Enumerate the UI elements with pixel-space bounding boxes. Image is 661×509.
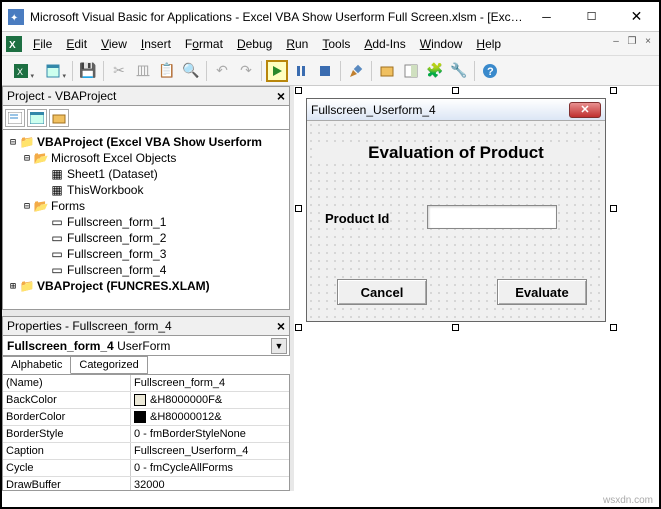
doc-restore-button[interactable]: ❐ — [625, 34, 639, 48]
properties-panel-close-icon[interactable]: × — [277, 318, 285, 334]
menu-edit[interactable]: Edit — [59, 35, 94, 53]
view-object-icon[interactable] — [27, 109, 47, 127]
excel-doc-icon[interactable]: X — [6, 36, 22, 52]
cut-button[interactable]: ✂ — [108, 60, 130, 82]
prop-borderstyle[interactable]: 0 - fmBorderStyleNone — [131, 426, 289, 442]
svg-text:✦: ✦ — [10, 13, 18, 24]
userform-titlebar: Fullscreen_Userform_4 ✕ — [307, 99, 605, 121]
menu-format[interactable]: Format — [178, 35, 230, 53]
standard-toolbar: X 💾 ✂ ⽫ 📋 🔍 ↶ ↷ 🧩 🔧 ? — [2, 56, 659, 86]
copy-button[interactable]: ⽫ — [132, 60, 154, 82]
menu-insert[interactable]: Insert — [134, 35, 178, 53]
minimize-button[interactable] — [524, 3, 569, 31]
tree-form-1[interactable]: Fullscreen_form_1 — [67, 215, 166, 229]
tree-project-2[interactable]: VBAProject (FUNCRES.XLAM) — [37, 279, 210, 293]
toggle-folders-icon[interactable] — [49, 109, 69, 127]
menu-file[interactable]: File — [26, 35, 59, 53]
chevron-down-icon[interactable]: ▼ — [271, 338, 287, 354]
menu-help[interactable]: Help — [469, 35, 508, 53]
insert-userform-button[interactable] — [38, 60, 68, 82]
workbook-icon: ▦ — [49, 183, 65, 197]
project-panel-title: Project - VBAProject — [7, 89, 116, 103]
product-id-label[interactable]: Product Id — [325, 211, 389, 226]
folder-icon: 📂 — [33, 199, 49, 213]
window-title: Microsoft Visual Basic for Applications … — [30, 10, 524, 24]
vba-app-icon: ✦ — [8, 9, 24, 25]
project-icon: 📁 — [19, 279, 35, 293]
project-panel-header: Project - VBAProject × — [2, 86, 290, 106]
help-button[interactable]: ? — [479, 60, 501, 82]
doc-minimize-button[interactable]: – — [609, 34, 623, 48]
project-tree[interactable]: ⊟📁VBAProject (Excel VBA Show Userform ⊟📂… — [2, 130, 290, 310]
doc-close-button[interactable]: × — [641, 34, 655, 48]
undo-button[interactable]: ↶ — [211, 60, 233, 82]
tree-thisworkbook[interactable]: ThisWorkbook — [67, 183, 143, 197]
form-icon: ▭ — [49, 247, 65, 261]
view-excel-button[interactable]: X — [6, 60, 36, 82]
break-button[interactable] — [290, 60, 312, 82]
design-mode-button[interactable] — [345, 60, 367, 82]
menu-debug[interactable]: Debug — [230, 35, 279, 53]
tree-form-4[interactable]: Fullscreen_form_4 — [67, 263, 166, 277]
toolbox-button[interactable]: 🔧 — [448, 60, 470, 82]
view-code-icon[interactable] — [5, 109, 25, 127]
tree-sheet1[interactable]: Sheet1 (Dataset) — [67, 167, 158, 181]
prop-cycle[interactable]: 0 - fmCycleAllForms — [131, 460, 289, 476]
prop-bordercolor[interactable]: &H80000012& — [131, 409, 289, 425]
tree-form-2[interactable]: Fullscreen_form_2 — [67, 231, 166, 245]
folder-icon: 📂 — [33, 151, 49, 165]
properties-grid[interactable]: (Name)Fullscreen_form_4 BackColor&H80000… — [2, 374, 290, 491]
heading-label[interactable]: Evaluation of Product — [317, 143, 595, 163]
menu-addins[interactable]: Add-Ins — [357, 35, 412, 53]
project-panel-close-icon[interactable]: × — [277, 88, 285, 104]
title-bar: ✦ Microsoft Visual Basic for Application… — [2, 2, 659, 32]
prop-caption[interactable]: Fullscreen_Userform_4 — [131, 443, 289, 459]
menu-window[interactable]: Window — [413, 35, 470, 53]
menu-view[interactable]: View — [94, 35, 134, 53]
prop-drawbuffer[interactable]: 32000 — [131, 477, 289, 491]
properties-object-selector[interactable]: Fullscreen_form_4 UserForm ▼ — [2, 336, 290, 356]
tree-project-1[interactable]: VBAProject (Excel VBA Show Userform — [37, 135, 262, 149]
watermark: wsxdn.com — [603, 495, 653, 506]
object-browser-button[interactable]: 🧩 — [424, 60, 446, 82]
properties-panel-title: Properties - Fullscreen_form_4 — [7, 319, 172, 333]
close-button[interactable] — [614, 3, 659, 31]
userform-caption: Fullscreen_Userform_4 — [311, 103, 436, 117]
maximize-button[interactable] — [569, 3, 614, 31]
save-button[interactable]: 💾 — [77, 60, 99, 82]
prop-backcolor[interactable]: &H8000000F& — [131, 392, 289, 408]
tab-categorized[interactable]: Categorized — [71, 356, 147, 374]
svg-text:?: ? — [487, 66, 494, 78]
menu-bar: X File Edit View Insert Format Debug Run… — [2, 32, 659, 56]
userform-designer[interactable]: Fullscreen_Userform_4 ✕ Evaluation of Pr… — [306, 98, 606, 322]
run-button[interactable] — [266, 60, 288, 82]
reset-button[interactable] — [314, 60, 336, 82]
form-icon: ▭ — [49, 263, 65, 277]
form-icon: ▭ — [49, 215, 65, 229]
tab-alphabetic[interactable]: Alphabetic — [3, 356, 71, 374]
product-id-textbox[interactable] — [427, 205, 557, 229]
svg-text:X: X — [9, 40, 16, 51]
sheet-icon: ▦ — [49, 167, 65, 181]
form-icon: ▭ — [49, 231, 65, 245]
userform-close-icon[interactable]: ✕ — [569, 102, 601, 118]
menu-tools[interactable]: Tools — [315, 35, 357, 53]
properties-panel-header: Properties - Fullscreen_form_4 × — [2, 316, 290, 336]
paste-button[interactable]: 📋 — [156, 60, 178, 82]
form-designer[interactable]: Fullscreen_Userform_4 ✕ Evaluation of Pr… — [294, 86, 659, 491]
evaluate-button[interactable]: Evaluate — [497, 279, 587, 305]
tree-form-3[interactable]: Fullscreen_form_3 — [67, 247, 166, 261]
svg-text:X: X — [17, 67, 23, 77]
project-icon: 📁 — [19, 135, 35, 149]
project-panel-toolbar — [2, 106, 290, 130]
tree-folder-forms[interactable]: Forms — [51, 199, 85, 213]
prop-name[interactable]: Fullscreen_form_4 — [131, 375, 289, 391]
project-explorer-button[interactable] — [376, 60, 398, 82]
menu-run[interactable]: Run — [279, 35, 315, 53]
properties-window-button[interactable] — [400, 60, 422, 82]
cancel-button[interactable]: Cancel — [337, 279, 427, 305]
find-button[interactable]: 🔍 — [180, 60, 202, 82]
redo-button[interactable]: ↷ — [235, 60, 257, 82]
tree-folder-objects[interactable]: Microsoft Excel Objects — [51, 151, 176, 165]
